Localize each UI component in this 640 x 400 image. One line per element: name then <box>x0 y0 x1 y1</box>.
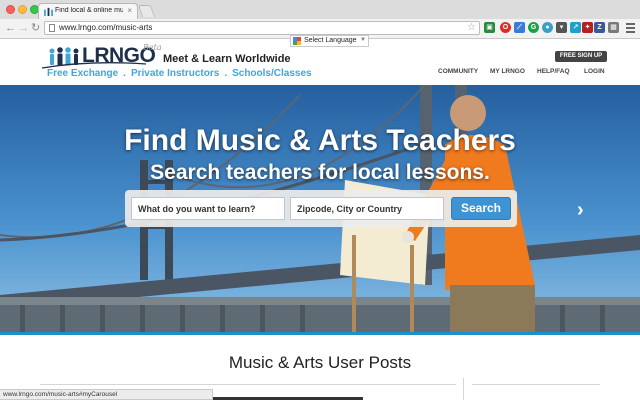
extension-grammarly-icon[interactable]: G <box>528 22 539 33</box>
divider <box>463 378 464 400</box>
reload-icon[interactable]: ↻ <box>31 22 40 34</box>
extension-green-icon[interactable]: ▣ <box>484 22 495 33</box>
extension-opera-icon[interactable]: O <box>500 22 511 33</box>
extension-flag-icon[interactable]: ✦ <box>582 22 593 33</box>
extension-grid-icon[interactable]: ▦ <box>608 22 619 33</box>
link-separator: . <box>224 68 228 79</box>
browser-status-bar: www.lrngo.com/music-arts#myCarousel <box>0 389 213 400</box>
link-schools-classes[interactable]: Schools/Classes <box>232 68 311 79</box>
site-header: LRNGO Beta Meet & Learn Worldwide Select… <box>0 35 640 85</box>
free-signup-button[interactable]: FREE SIGN UP <box>555 51 607 62</box>
search-panel: Search <box>125 190 517 227</box>
back-arrow-icon[interactable]: ← <box>5 22 16 34</box>
hamburger-menu-icon[interactable] <box>626 23 635 35</box>
tagline: Meet & Learn Worldwide <box>163 53 291 65</box>
hero-carousel: Find Music & Arts Teachers Search teache… <box>0 85 640 335</box>
divider <box>472 384 600 385</box>
tab-title: Find local & online music & ar <box>55 7 123 14</box>
new-tab-button[interactable] <box>137 5 156 17</box>
close-window-button[interactable] <box>6 5 15 14</box>
link-separator: . <box>123 68 126 79</box>
nav-login[interactable]: LOGIN <box>584 68 605 75</box>
extension-share-icon[interactable]: ↗ <box>570 22 581 33</box>
divider <box>40 384 456 385</box>
language-select[interactable]: Select Language ▼ <box>290 35 369 47</box>
forward-arrow-icon[interactable]: → <box>18 22 29 34</box>
browser-tab-active[interactable]: Find local & online music & ar × <box>38 3 138 19</box>
tab-close-icon[interactable]: × <box>127 6 132 16</box>
link-free-exchange[interactable]: Free Exchange <box>47 68 118 79</box>
beta-label: Beta <box>143 43 162 52</box>
extension-blue-icon[interactable]: ⟋ <box>514 22 525 33</box>
bookmark-star-icon[interactable]: ☆ <box>467 22 476 34</box>
link-private-instructors[interactable]: Private Instructors <box>131 68 219 79</box>
category-links: Free Exchange. Private Instructors. School… <box>47 68 312 79</box>
search-button[interactable]: Search <box>451 197 511 220</box>
hero-subtitle: Search teachers for local lessons. <box>150 161 490 184</box>
minimize-window-button[interactable] <box>18 5 27 14</box>
chevron-right-icon[interactable]: › <box>577 199 584 222</box>
language-select-label: Select Language <box>304 37 357 44</box>
google-g-icon <box>293 37 301 45</box>
subject-search-input[interactable] <box>131 197 285 220</box>
dropdown-arrow-icon: ▼ <box>360 37 366 43</box>
location-search-input[interactable] <box>290 197 444 220</box>
nav-community[interactable]: COMMUNITY <box>438 68 478 75</box>
nav-my-lrngo[interactable]: MY LRNGO <box>490 68 525 75</box>
page-icon <box>49 24 55 32</box>
address-url[interactable]: www.lrngo.com/music-arts <box>59 23 152 32</box>
nav-help-faq[interactable]: HELP/FAQ <box>537 68 570 75</box>
posts-section-title: Music & Arts User Posts <box>228 353 412 372</box>
lrngo-favicon-icon <box>44 7 53 16</box>
extension-circle-icon[interactable]: ● <box>542 22 553 33</box>
extension-z-icon[interactable]: Z <box>594 22 605 33</box>
hero-title: Find Music & Arts Teachers <box>124 124 516 157</box>
hero-divider <box>0 332 640 335</box>
address-bar[interactable]: www.lrngo.com/music-arts ☆ <box>44 21 480 35</box>
extension-pocket-icon[interactable]: ▾ <box>556 22 567 33</box>
browser-tab-bar: Find local & online music & ar × <box>0 0 640 20</box>
